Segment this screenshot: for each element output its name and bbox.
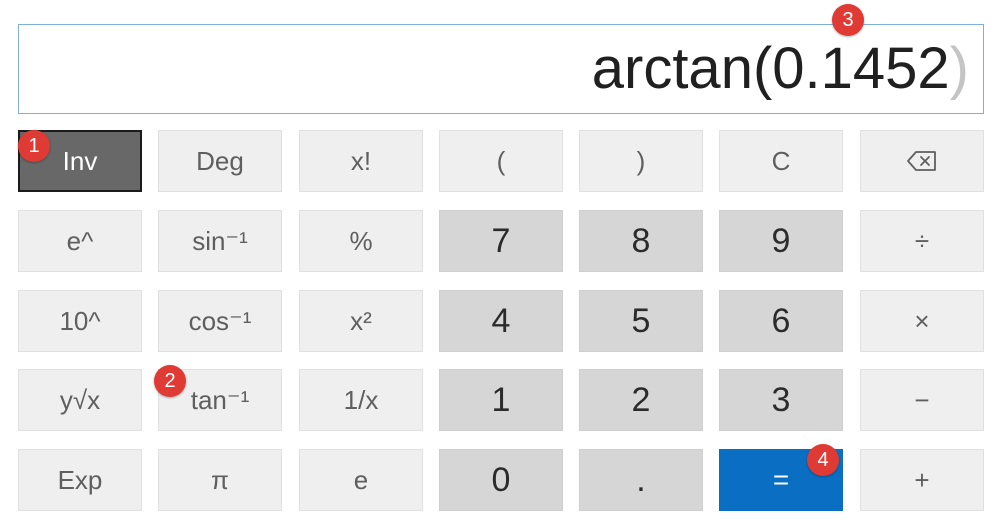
digit-7-label: 7 xyxy=(491,221,511,260)
decimal-label: . xyxy=(636,460,646,499)
digit-8-button[interactable]: 8 xyxy=(579,210,703,272)
percent-label: % xyxy=(349,225,373,256)
digit-6-label: 6 xyxy=(771,301,791,340)
display-text: arctan(0.1452) xyxy=(592,37,969,101)
arcsin-label: sin⁻¹ xyxy=(192,225,248,256)
arcsin-button[interactable]: sin⁻¹ xyxy=(158,210,282,272)
right-paren-label: ) xyxy=(636,145,646,176)
exp-e-label: e^ xyxy=(66,225,94,256)
exp-e-button[interactable]: e^ xyxy=(18,210,142,272)
plus-button[interactable]: + xyxy=(860,449,984,511)
arccos-button[interactable]: cos⁻¹ xyxy=(158,290,282,352)
digit-0-label: 0 xyxy=(491,460,511,499)
clear-button[interactable]: C xyxy=(719,130,843,192)
digit-0-button[interactable]: 0 xyxy=(439,449,563,511)
exp-notation-button[interactable]: Exp xyxy=(18,449,142,511)
root-label: y√x xyxy=(59,384,101,415)
plus-label: + xyxy=(914,464,930,495)
pi-label: π xyxy=(211,464,229,495)
expression-text: arctan(0.1452 xyxy=(591,36,950,101)
digit-6-button[interactable]: 6 xyxy=(719,290,843,352)
left-paren-label: ( xyxy=(496,145,506,176)
digit-3-button[interactable]: 3 xyxy=(719,369,843,431)
exp-notation-label: Exp xyxy=(57,464,103,495)
multiply-label: × xyxy=(914,305,930,336)
digit-5-button[interactable]: 5 xyxy=(579,290,703,352)
digit-8-label: 8 xyxy=(631,221,651,260)
backspace-icon xyxy=(907,151,936,171)
factorial-label: x! xyxy=(350,145,372,176)
digit-5-label: 5 xyxy=(631,301,651,340)
clear-label: C xyxy=(771,145,791,176)
digit-4-button[interactable]: 4 xyxy=(439,290,563,352)
step-badge-3: 3 xyxy=(832,4,864,36)
divide-button[interactable]: ÷ xyxy=(860,210,984,272)
equals-label: = xyxy=(772,464,790,495)
step-badge-2: 2 xyxy=(154,365,186,397)
arccos-label: cos⁻¹ xyxy=(188,305,252,336)
square-button[interactable]: x² xyxy=(299,290,423,352)
digit-1-label: 1 xyxy=(491,380,511,419)
minus-label: − xyxy=(914,384,930,415)
multiply-button[interactable]: × xyxy=(860,290,984,352)
euler-label: e xyxy=(353,464,369,495)
reciprocal-button[interactable]: 1/x xyxy=(299,369,423,431)
divide-label: ÷ xyxy=(914,225,930,256)
digit-1-button[interactable]: 1 xyxy=(439,369,563,431)
digit-3-label: 3 xyxy=(771,380,791,419)
digit-4-label: 4 xyxy=(491,301,511,340)
root-button[interactable]: y√x xyxy=(18,369,142,431)
digit-9-button[interactable]: 9 xyxy=(719,210,843,272)
digit-2-button[interactable]: 2 xyxy=(579,369,703,431)
digit-9-label: 9 xyxy=(771,221,791,260)
minus-button[interactable]: − xyxy=(860,369,984,431)
deg-button[interactable]: Deg xyxy=(158,130,282,192)
square-label: x² xyxy=(350,305,372,336)
left-paren-button[interactable]: ( xyxy=(439,130,563,192)
deg-label: Deg xyxy=(196,145,244,176)
arctan-label: tan⁻¹ xyxy=(190,384,250,415)
digit-2-label: 2 xyxy=(631,380,651,419)
step-badge-1: 1 xyxy=(18,130,50,162)
decimal-button[interactable]: . xyxy=(579,449,703,511)
ghost-paren: ) xyxy=(949,36,969,101)
percent-button[interactable]: % xyxy=(299,210,423,272)
reciprocal-label: 1/x xyxy=(343,384,379,415)
right-paren-button[interactable]: ) xyxy=(579,130,703,192)
pow10-label: 10^ xyxy=(59,305,101,336)
euler-button[interactable]: e xyxy=(299,449,423,511)
factorial-button[interactable]: x! xyxy=(299,130,423,192)
inv-label: Inv xyxy=(62,145,98,176)
step-badge-4: 4 xyxy=(807,444,839,476)
backspace-button[interactable] xyxy=(860,130,984,192)
digit-7-button[interactable]: 7 xyxy=(439,210,563,272)
pi-button[interactable]: π xyxy=(158,449,282,511)
pow10-button[interactable]: 10^ xyxy=(18,290,142,352)
expression-display[interactable]: arctan(0.1452) xyxy=(18,24,984,114)
